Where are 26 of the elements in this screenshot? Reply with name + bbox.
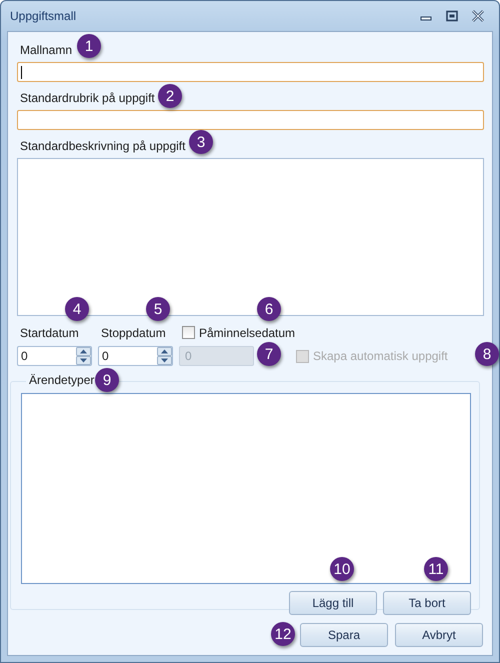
checkbox-label: Skapa automatisk uppgift xyxy=(313,349,448,363)
stop-date-spinner[interactable]: 0 xyxy=(98,346,173,366)
field-label: Standardrubrik på uppgift xyxy=(20,91,155,106)
cancel-button[interactable]: Avbryt xyxy=(395,623,483,647)
spinner-value: 0 xyxy=(21,349,28,363)
spin-down-icon[interactable] xyxy=(157,356,172,365)
add-button[interactable]: Lägg till xyxy=(289,591,377,615)
start-date-spinner[interactable]: 0 xyxy=(17,346,92,366)
remove-button[interactable]: Ta bort xyxy=(383,591,471,615)
group-title: Ärendetyper xyxy=(26,373,98,387)
template-name-field[interactable] xyxy=(17,62,484,82)
field-label: Standardbeskrivning på uppgift xyxy=(20,139,186,154)
field-label: Stoppdatum xyxy=(101,326,167,340)
spin-up-icon[interactable] xyxy=(157,347,172,356)
save-button[interactable]: Spara xyxy=(300,623,388,647)
close-icon[interactable] xyxy=(471,10,485,22)
default-heading-field[interactable] xyxy=(17,110,484,130)
field-label: Mallnamn xyxy=(20,43,72,58)
spinner-value: 0 xyxy=(102,349,109,363)
case-type-list[interactable] xyxy=(21,393,471,584)
field-label: Startdatum xyxy=(20,326,80,340)
spin-up-icon[interactable] xyxy=(76,347,91,356)
spin-down-icon[interactable] xyxy=(76,356,91,365)
window-title: Uppgiftsmall xyxy=(10,9,78,23)
maximize-icon[interactable] xyxy=(445,10,459,22)
checkbox-label: Påminnelsedatum xyxy=(199,326,296,340)
